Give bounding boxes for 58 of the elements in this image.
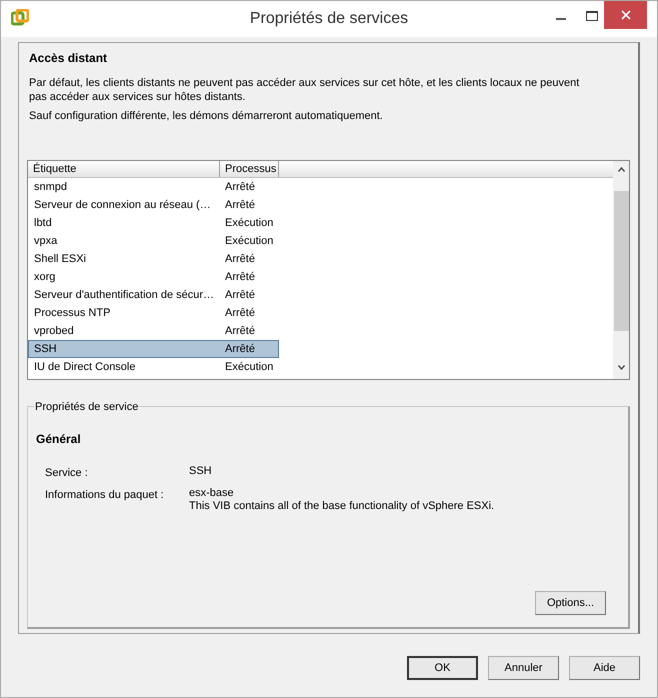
table-cell-text: Arrêté — [224, 252, 256, 267]
table-row[interactable]: Serveur d'authentification de sécur… Arrêté — [28, 286, 279, 304]
app-logo-icon — [11, 9, 29, 27]
section-heading: Accès distant — [29, 50, 108, 67]
table-row[interactable]: Processus NTP Arrêté — [28, 304, 279, 322]
table-row[interactable]: Shell ESXi Arrêté — [28, 250, 279, 268]
close-button[interactable] — [604, 1, 647, 29]
column-header[interactable]: Processus — [220, 161, 279, 177]
table-cell-text: Exécution — [224, 360, 274, 375]
table-cell-text: xorg — [33, 270, 56, 285]
scrollbar[interactable] — [613, 161, 629, 379]
selected-row[interactable]: SSH Arrêté — [28, 340, 279, 358]
table-cell-text: IU de Direct Console — [33, 360, 136, 375]
table-cell-text: Exécution — [224, 234, 274, 249]
description-text: Sauf configuration différente, les démons démarreront automatiquement. — [29, 109, 384, 123]
scroll-down-icon[interactable] — [618, 365, 624, 370]
table-row[interactable]: Serveur de connexion au réseau (… Arrêté — [28, 196, 279, 214]
table-cell-text: Shell ESXi — [33, 252, 87, 267]
close-icon — [620, 10, 630, 20]
table-cell-text: Arrêté — [224, 180, 256, 195]
field-value: esx-base — [189, 486, 235, 500]
table-row[interactable]: vpxa Exécution — [28, 232, 279, 250]
table-cell-text: SSH — [33, 342, 58, 357]
dialog-button[interactable]: Annuler — [488, 656, 559, 680]
table-cell-text: Arrêté — [224, 342, 256, 357]
scroll-up-icon[interactable] — [618, 167, 624, 172]
table-cell-text: Serveur d'authentification de sécur… — [33, 288, 216, 303]
table-cell-text: vprobed — [33, 324, 75, 339]
table-row[interactable]: IU de Direct Console Exécution — [28, 358, 279, 376]
table-row[interactable]: lbtd Exécution — [28, 214, 279, 232]
description-text: Par défaut, les clients distants ne peuvent pas accéder aux services sur cet hôte, et les clients locaux ne peuvent pas accéder aux services sur hôtes distants. — [29, 76, 580, 104]
section-heading: Général — [36, 431, 82, 448]
table-cell-text: Arrêté — [224, 306, 256, 321]
column-header[interactable]: Étiquette — [28, 161, 220, 177]
table-cell-text: vpxa — [33, 234, 58, 249]
field-value: This VIB contains all of the base functionality of vSphere ESXi. — [189, 500, 494, 512]
window-title: Propriétés de services — [250, 9, 408, 29]
dialog-button[interactable]: Aide — [569, 656, 640, 680]
field-value: SSH — [189, 465, 212, 478]
table-cell-text: Processus NTP — [33, 306, 112, 321]
table-cell-text: Serveur de connexion au réseau (… — [33, 198, 212, 213]
options-button[interactable]: Options... — [535, 591, 606, 615]
table-cell-text: snmpd — [33, 180, 68, 195]
table-cell-text: Arrêté — [224, 324, 256, 339]
field-label: Informations du paquet : — [45, 488, 165, 502]
field-label: Service : — [45, 466, 89, 481]
table-cell-text: Arrêté — [224, 288, 256, 303]
table-cell-text: lbtd — [33, 216, 53, 231]
dialog-button[interactable]: OK — [407, 656, 478, 680]
table-cell-text: Exécution — [224, 216, 274, 231]
table-row[interactable]: xorg Arrêté — [28, 268, 279, 286]
table-row[interactable]: vprobed Arrêté — [28, 322, 279, 340]
maximize-icon[interactable] — [586, 11, 598, 21]
table-row[interactable]: snmpd Arrêté — [28, 178, 279, 196]
table-cell-text: Arrêté — [224, 270, 256, 285]
table-cell-text: Arrêté — [224, 198, 256, 213]
group-legend: Propriétés de service — [34, 399, 140, 416]
scrollbar-thumb[interactable] — [614, 191, 628, 331]
